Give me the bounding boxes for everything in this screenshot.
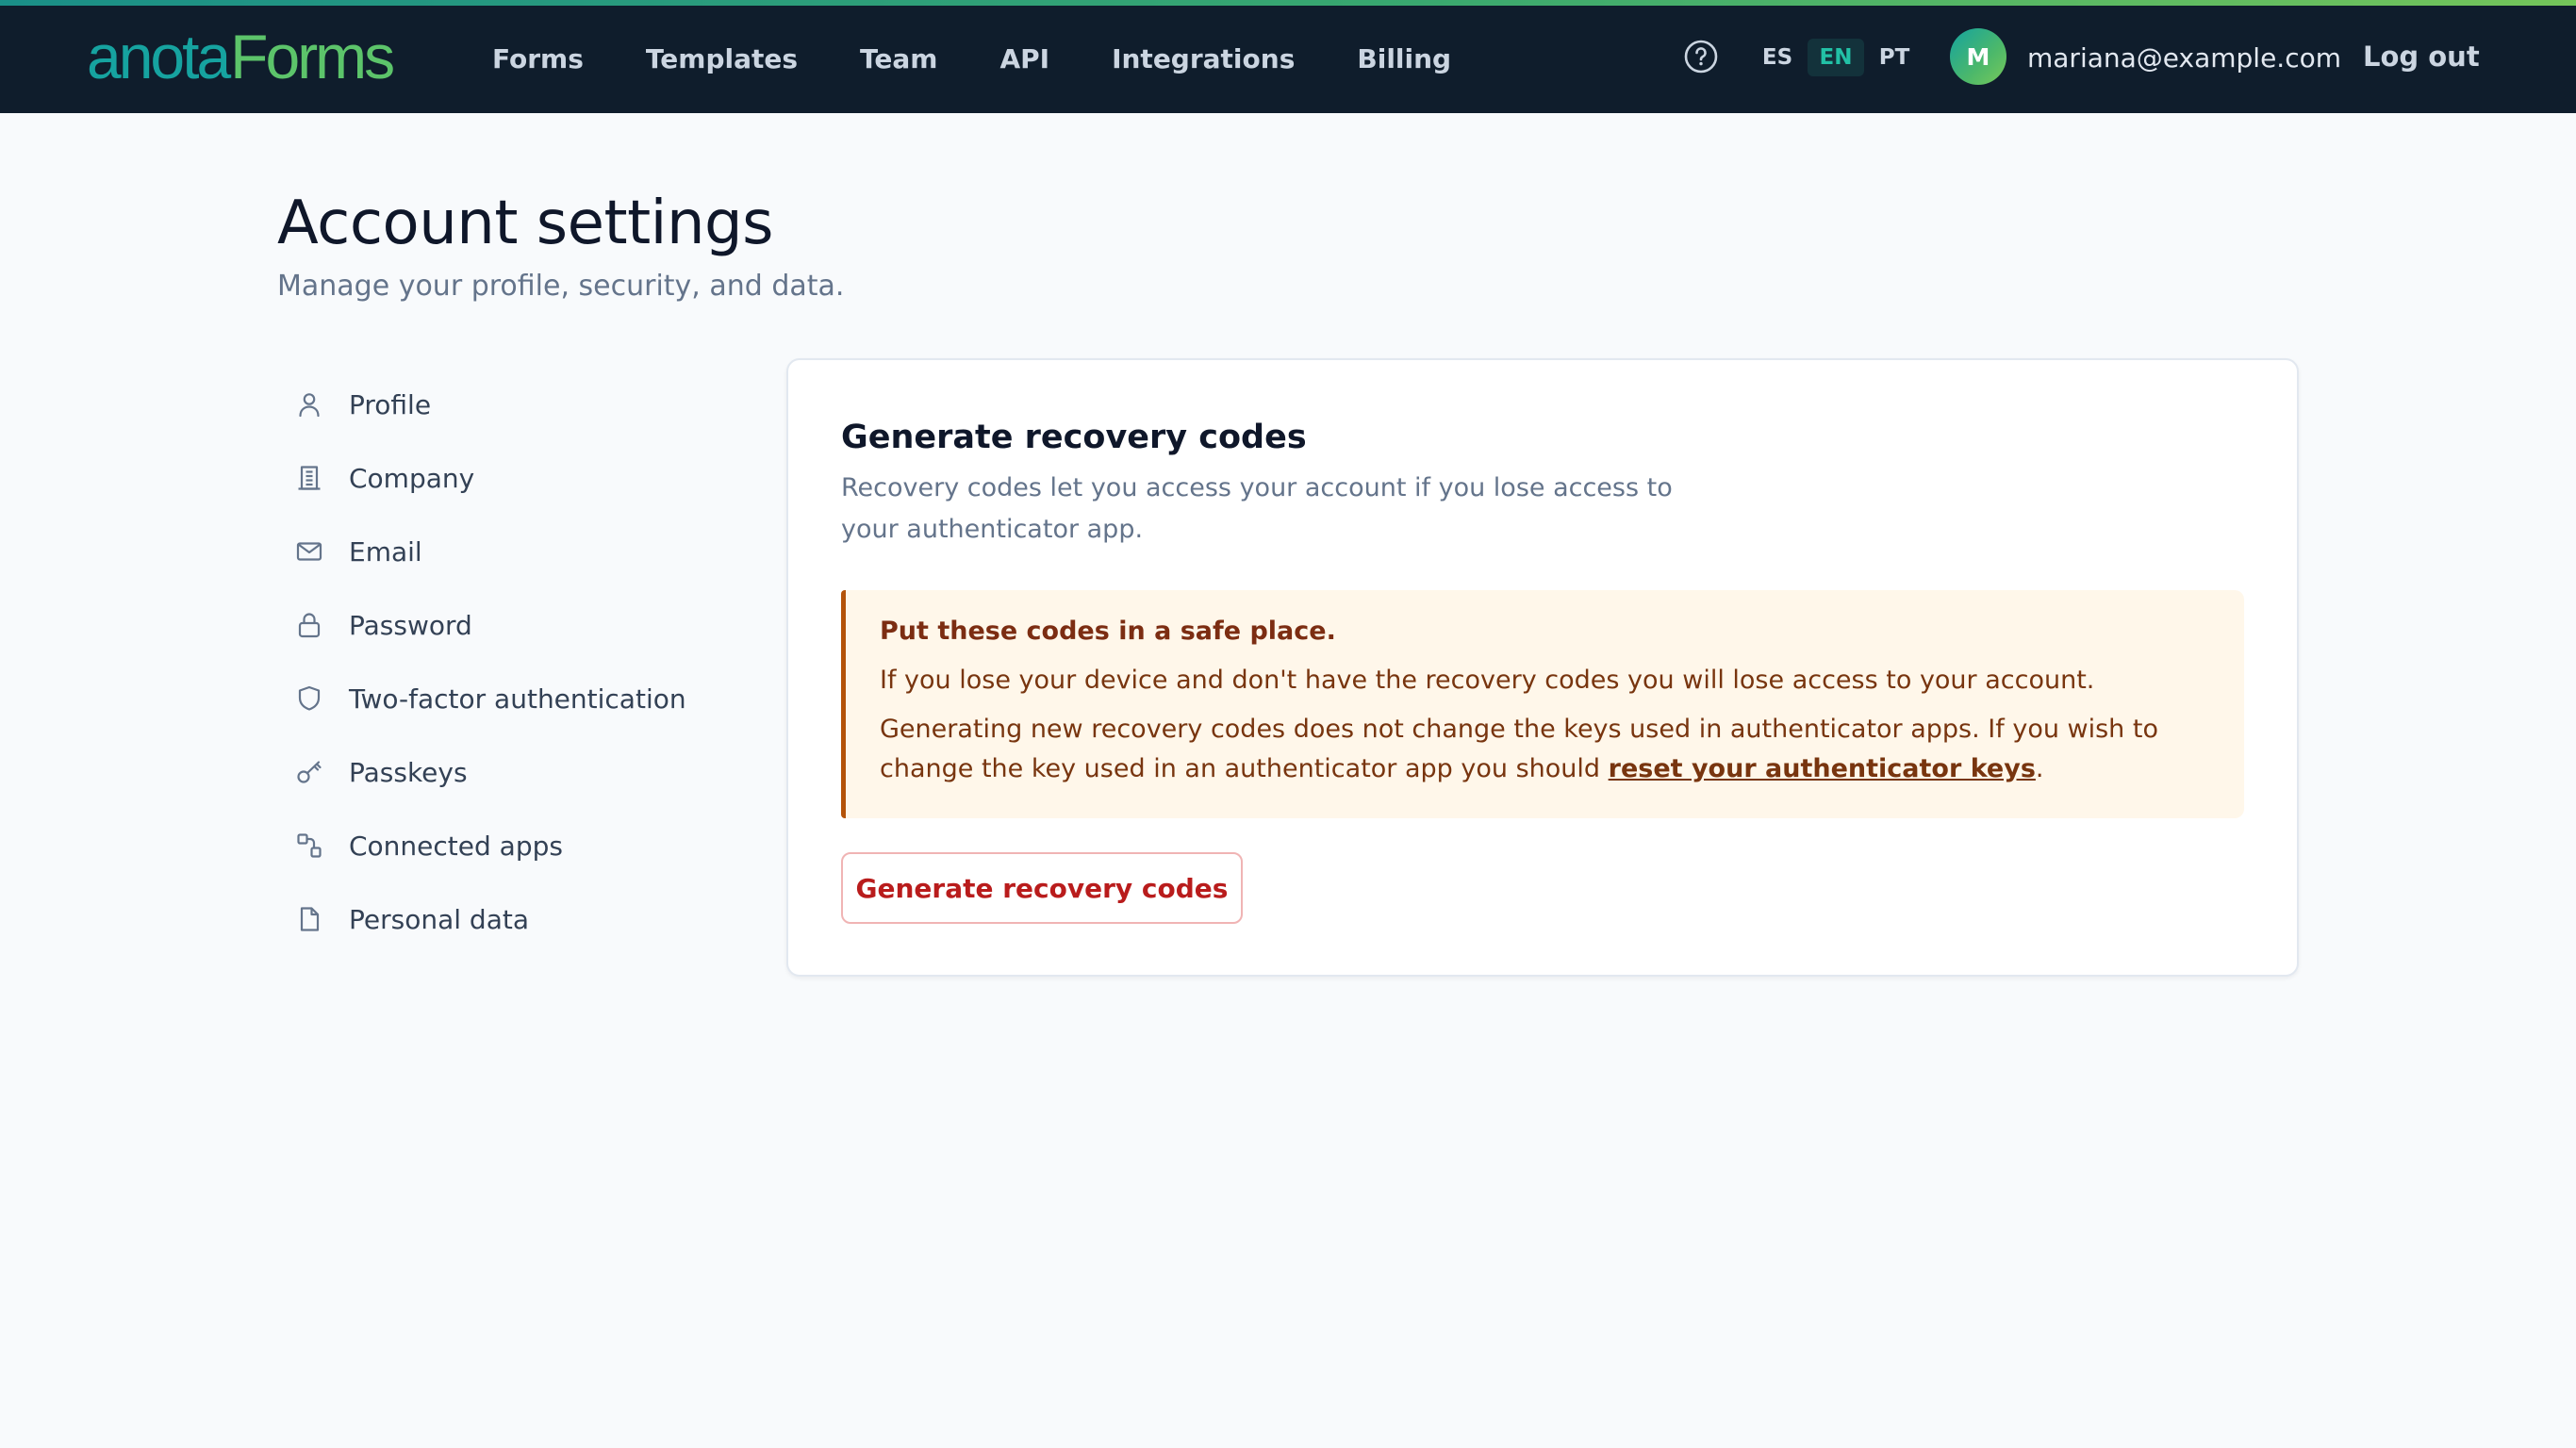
sidebar-item-label: Password: [349, 609, 472, 641]
sidebar-item-label: Email: [349, 535, 422, 568]
link-icon: [292, 829, 326, 863]
nav-integrations[interactable]: Integrations: [1112, 43, 1295, 74]
sidebar-item-label: Company: [349, 462, 475, 494]
sidebar-item-personal-data[interactable]: Personal data: [292, 882, 735, 956]
language-en-active[interactable]: EN: [1808, 39, 1864, 76]
sidebar-item-company[interactable]: Company: [292, 441, 735, 515]
avatar[interactable]: M: [1950, 28, 2006, 85]
sidebar-item-email[interactable]: Email: [292, 515, 735, 588]
user-icon: [292, 387, 326, 421]
page-subtitle: Manage your profile, security, and data.: [277, 270, 845, 303]
sidebar-item-two-factor[interactable]: Two-factor authentication: [292, 662, 735, 735]
recovery-codes-card: Generate recovery codes Recovery codes l…: [786, 358, 2299, 977]
page-title: Account settings: [277, 189, 773, 258]
mail-icon: [292, 535, 326, 568]
brand-logo[interactable]: anota Forms: [87, 21, 395, 92]
question-circle-icon[interactable]: [1684, 40, 1718, 74]
sidebar-item-passkeys[interactable]: Passkeys: [292, 735, 735, 809]
alert-line-2: Generating new recovery codes does not c…: [880, 710, 2210, 789]
warning-alert: Put these codes in a safe place. If you …: [841, 590, 2244, 818]
card-title: Generate recovery codes: [841, 419, 1307, 456]
nav-templates[interactable]: Templates: [646, 43, 798, 74]
building-icon: [292, 461, 326, 495]
logout-button[interactable]: Log out: [2363, 38, 2480, 75]
sidebar-item-label: Profile: [349, 388, 432, 420]
sidebar-item-label: Personal data: [349, 903, 529, 935]
sidebar-item-profile[interactable]: Profile: [292, 368, 735, 441]
sidebar-item-connected-apps[interactable]: Connected apps: [292, 809, 735, 882]
sidebar-item-label: Two-factor authentication: [349, 683, 686, 715]
lock-icon: [292, 608, 326, 642]
generate-recovery-codes-button[interactable]: Generate recovery codes: [841, 852, 1243, 924]
nav-team[interactable]: Team: [860, 43, 937, 74]
nav-forms[interactable]: Forms: [492, 43, 584, 74]
settings-sidebar: Profile Company Email Password Two-facto…: [292, 368, 735, 956]
language-es[interactable]: ES: [1759, 39, 1795, 76]
alert-title: Put these codes in a safe place.: [880, 617, 1336, 646]
sidebar-item-password[interactable]: Password: [292, 588, 735, 662]
card-description: Recovery codes let you access your accou…: [841, 473, 1673, 544]
brand-logo-part1: anota: [87, 22, 231, 91]
top-navigation-bar: anota Forms Forms Templates Team API Inte…: [0, 0, 2576, 113]
shield-icon: [292, 682, 326, 716]
document-icon: [292, 902, 326, 936]
reset-authenticator-keys-link[interactable]: reset your authenticator keys: [1609, 754, 2036, 783]
alert-line-1: If you lose your device and don't have t…: [880, 666, 2095, 695]
main-nav: Forms Templates Team API Integrations Bi…: [492, 36, 1513, 81]
alert-line-2-suffix: .: [2035, 754, 2044, 783]
nav-api[interactable]: API: [999, 43, 1049, 74]
language-pt[interactable]: PT: [1876, 39, 1912, 76]
user-email[interactable]: mariana@example.com: [2027, 40, 2341, 77]
accent-stripe: [0, 0, 2576, 6]
key-icon: [292, 755, 326, 789]
brand-logo-part2: Forms: [230, 22, 395, 91]
sidebar-item-label: Connected apps: [349, 830, 563, 862]
nav-billing[interactable]: Billing: [1357, 43, 1451, 74]
sidebar-item-label: Passkeys: [349, 756, 468, 788]
